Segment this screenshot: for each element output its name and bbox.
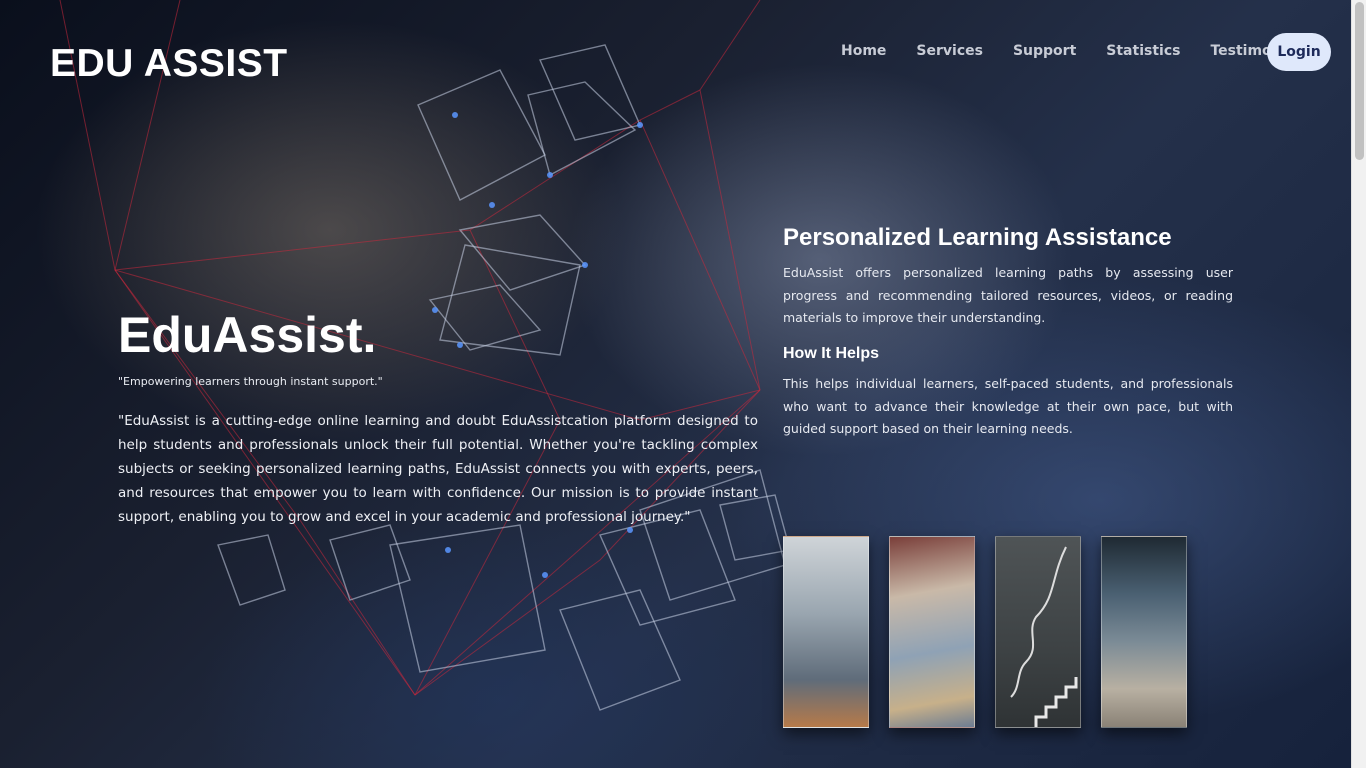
business-person-photo[interactable]: [783, 536, 869, 728]
nav-link-statistics[interactable]: Statistics: [1106, 43, 1180, 59]
hero-description: "EduAssist is a cutting-edge online lear…: [118, 413, 758, 525]
feature-subtitle: How It Helps: [783, 345, 880, 362]
reading-tablet-photo[interactable]: [889, 536, 975, 728]
page-scrollbar[interactable]: [1351, 0, 1366, 768]
feature-subdescription: This helps individual learners, self-pac…: [783, 376, 1233, 436]
nav-link-services[interactable]: Services: [916, 43, 983, 59]
feature-title: Personalized Learning Assistance: [783, 224, 1172, 251]
nav-link-home[interactable]: Home: [841, 43, 886, 59]
chalkboard-stairs-photo[interactable]: [995, 536, 1081, 728]
scrollbar-thumb[interactable]: [1355, 2, 1364, 160]
login-button[interactable]: Login: [1267, 33, 1331, 71]
classroom-photo[interactable]: [1101, 536, 1187, 728]
chalk-drawing-icon: [1010, 546, 1078, 727]
hero-title: EduAssist.: [118, 307, 377, 363]
site-logo[interactable]: EDU ASSIST: [50, 42, 288, 86]
feature-description: EduAssist offers personalized learning p…: [783, 265, 1233, 325]
image-gallery: [783, 536, 1207, 728]
nav-link-support[interactable]: Support: [1013, 43, 1076, 59]
hero-tagline: "Empowering learners through instant sup…: [118, 375, 383, 388]
main-navigation: Home Services Support Statistics Testimo…: [841, 43, 1339, 59]
